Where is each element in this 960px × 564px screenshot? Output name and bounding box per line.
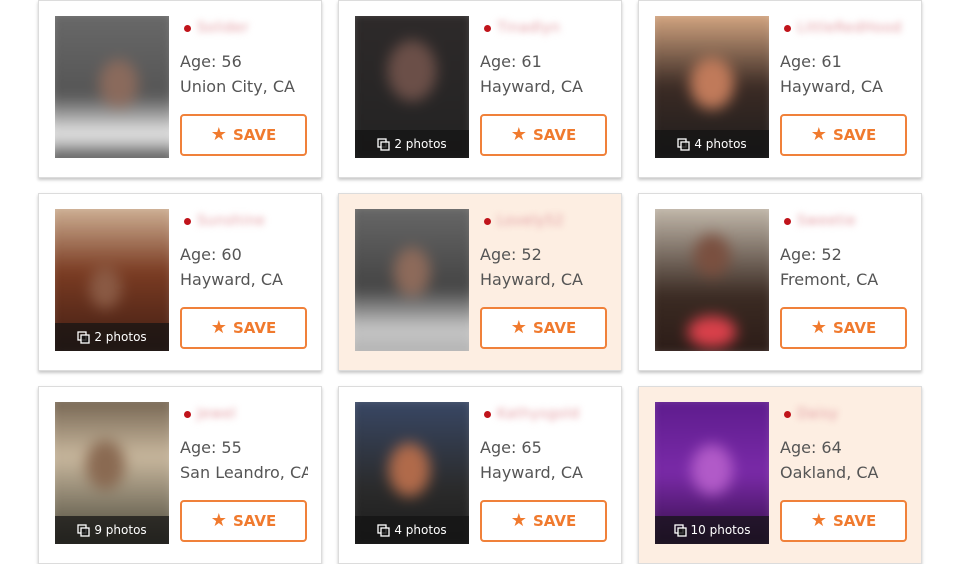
profile-name[interactable]: Solider	[197, 20, 249, 36]
save-button[interactable]: ★ SAVE	[780, 307, 907, 349]
photo-count[interactable]: 9 photos	[55, 516, 169, 544]
profile-name[interactable]: LittleRedHood	[797, 20, 902, 36]
save-button-label: SAVE	[232, 319, 277, 337]
profile-age: Age: 65	[480, 438, 542, 457]
copy-icon	[77, 330, 90, 344]
profile-age: Age: 56	[180, 52, 242, 71]
photo-count-label: 9 photos	[94, 523, 147, 537]
star-icon: ★	[210, 124, 227, 145]
profile-photo[interactable]	[55, 16, 169, 158]
save-button[interactable]: ★ SAVE	[180, 307, 307, 349]
photo-count[interactable]: 4 photos	[655, 130, 769, 158]
profile-card[interactable]: Sweetie Age: 52 Fremont, CA ★ SAVE	[638, 193, 922, 371]
profile-card[interactable]: 9 photos Jewel Age: 55 San Leandro, CA ★…	[38, 386, 322, 564]
star-icon: ★	[510, 317, 527, 338]
profile-name[interactable]: Daisy	[797, 406, 838, 422]
online-status-dot	[784, 410, 791, 418]
save-button-label: SAVE	[832, 512, 877, 530]
online-status-dot	[484, 217, 491, 225]
save-button[interactable]: ★ SAVE	[780, 500, 907, 542]
profile-location: Fremont, CA	[780, 270, 879, 289]
photo-count-label: 2 photos	[94, 330, 147, 344]
star-icon: ★	[210, 510, 227, 531]
save-button[interactable]: ★ SAVE	[780, 114, 907, 156]
profile-location: Hayward, CA	[180, 270, 283, 289]
copy-icon	[673, 523, 687, 537]
save-button[interactable]: ★ SAVE	[180, 500, 307, 542]
profile-name[interactable]: Kathysgold	[497, 406, 580, 422]
profile-location: Hayward, CA	[480, 270, 583, 289]
profile-location: San Leandro, CA	[180, 463, 308, 482]
profile-name[interactable]: Tinadlyn	[497, 20, 560, 36]
profile-name[interactable]: Lovely52	[497, 213, 564, 229]
profile-age: Age: 52	[480, 245, 542, 264]
save-button[interactable]: ★ SAVE	[480, 307, 607, 349]
profile-card[interactable]: 10 photos Daisy Age: 64 Oakland, CA ★ SA…	[638, 386, 922, 564]
profile-location: Union City, CA	[180, 77, 295, 96]
online-status-dot	[484, 24, 491, 32]
profile-card[interactable]: 2 photos Sunshine Age: 60 Hayward, CA ★ …	[38, 193, 322, 371]
online-status-dot	[184, 410, 191, 418]
profile-card[interactable]: Lovely52 Age: 52 Hayward, CA ★ SAVE	[338, 193, 622, 371]
profile-photo[interactable]: 4 photos	[355, 402, 469, 544]
profile-name[interactable]: Sweetie	[797, 213, 856, 229]
photo-count-label: 10 photos	[690, 523, 751, 537]
profile-photo[interactable]: 2 photos	[355, 16, 469, 158]
photo-count[interactable]: 10 photos	[655, 516, 769, 544]
save-button[interactable]: ★ SAVE	[480, 114, 607, 156]
copy-icon	[77, 523, 90, 537]
save-button-label: SAVE	[232, 512, 277, 530]
copy-icon	[377, 523, 390, 537]
profile-age: Age: 64	[780, 438, 842, 457]
profile-card[interactable]: 2 photos Tinadlyn Age: 61 Hayward, CA ★ …	[338, 0, 622, 178]
profile-card[interactable]: Solider Age: 56 Union City, CA ★ SAVE	[38, 0, 322, 178]
profile-age: Age: 52	[780, 245, 842, 264]
star-icon: ★	[810, 124, 827, 145]
save-button[interactable]: ★ SAVE	[480, 500, 607, 542]
profile-location: Hayward, CA	[480, 77, 583, 96]
photo-count[interactable]: 4 photos	[355, 516, 469, 544]
online-status-dot	[184, 24, 191, 32]
star-icon: ★	[510, 124, 527, 145]
profile-location: Hayward, CA	[480, 463, 583, 482]
profile-photo[interactable]: 10 photos	[655, 402, 769, 544]
profile-photo[interactable]: 9 photos	[55, 402, 169, 544]
photo-count[interactable]: 2 photos	[355, 130, 469, 158]
profile-age: Age: 55	[180, 438, 242, 457]
photo-count-label: 2 photos	[394, 137, 447, 151]
save-button-label: SAVE	[832, 319, 877, 337]
profile-age: Age: 61	[780, 52, 842, 71]
profile-age: Age: 61	[480, 52, 542, 71]
save-button-label: SAVE	[832, 126, 877, 144]
copy-icon	[677, 137, 690, 151]
save-button-label: SAVE	[532, 126, 577, 144]
profile-age: Age: 60	[180, 245, 242, 264]
profile-photo[interactable]: 2 photos	[55, 209, 169, 351]
save-button-label: SAVE	[532, 319, 577, 337]
online-status-dot	[784, 217, 791, 225]
copy-icon	[377, 137, 390, 151]
star-icon: ★	[210, 317, 227, 338]
profile-photo[interactable]	[355, 209, 469, 351]
profile-photo[interactable]	[655, 209, 769, 351]
profile-card[interactable]: 4 photos Kathysgold Age: 65 Hayward, CA …	[338, 386, 622, 564]
profile-name[interactable]: Jewel	[197, 406, 236, 422]
star-icon: ★	[810, 510, 827, 531]
save-button-label: SAVE	[232, 126, 277, 144]
profile-location: Hayward, CA	[780, 77, 883, 96]
photo-count[interactable]: 2 photos	[55, 323, 169, 351]
online-status-dot	[784, 24, 791, 32]
online-status-dot	[184, 217, 191, 225]
star-icon: ★	[810, 317, 827, 338]
star-icon: ★	[510, 510, 527, 531]
photo-count-label: 4 photos	[694, 137, 747, 151]
photo-count-label: 4 photos	[394, 523, 447, 537]
save-button-label: SAVE	[532, 512, 577, 530]
profile-card[interactable]: 4 photos LittleRedHood Age: 61 Hayward, …	[638, 0, 922, 178]
profile-photo[interactable]: 4 photos	[655, 16, 769, 158]
online-status-dot	[484, 410, 491, 418]
profile-name[interactable]: Sunshine	[197, 213, 265, 229]
profile-location: Oakland, CA	[780, 463, 879, 482]
save-button[interactable]: ★ SAVE	[180, 114, 307, 156]
